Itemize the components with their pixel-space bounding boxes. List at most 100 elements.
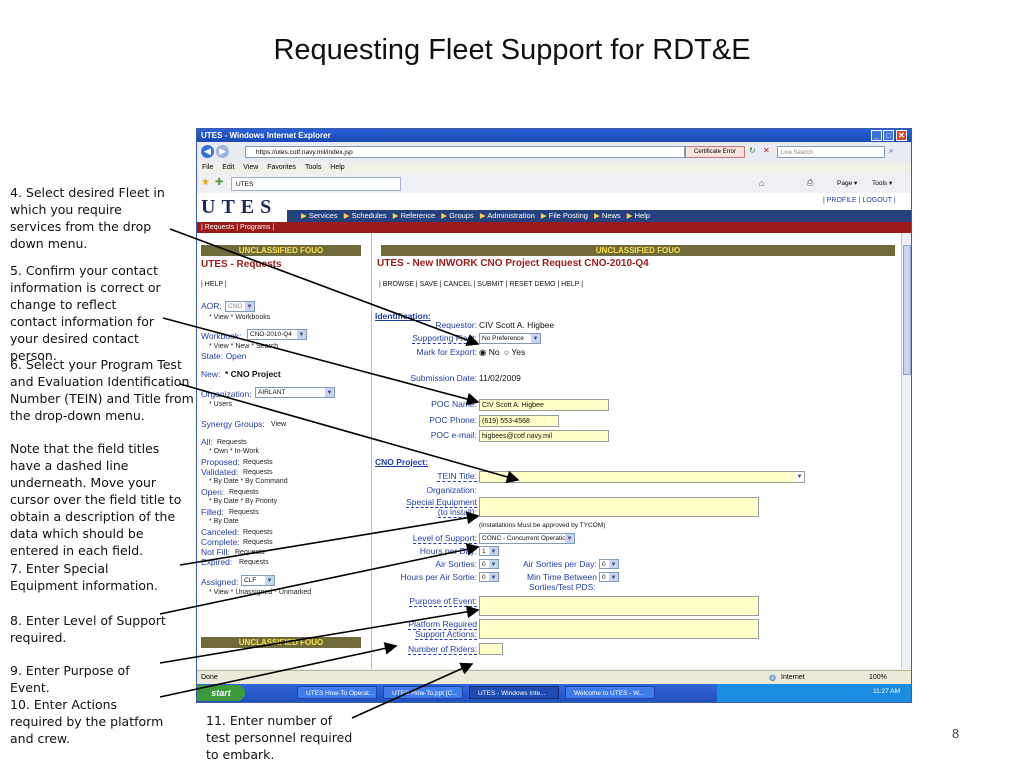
- taskbar-item-3[interactable]: UTES - Windows Inte...: [469, 686, 559, 699]
- nav-reference[interactable]: ▶ Reference: [393, 211, 435, 220]
- hours-per-day-select[interactable]: 1 ▼: [479, 546, 499, 556]
- assigned-select[interactable]: CLF ▼: [241, 575, 275, 586]
- menu-favorites[interactable]: Favorites: [267, 164, 296, 171]
- level-support-label: Level of Support:: [412, 533, 477, 544]
- menu-edit[interactable]: Edit: [222, 164, 234, 171]
- favorites-star-icon[interactable]: ★: [201, 177, 210, 188]
- platform-support-label-2: Support Actions:: [415, 629, 477, 640]
- certificate-error-badge[interactable]: Certificate Error: [685, 146, 745, 158]
- logout-link[interactable]: LOGOUT: [862, 197, 891, 204]
- stop-icon[interactable]: ✕: [763, 146, 770, 155]
- nav-schedules[interactable]: ▶ Schedules: [344, 211, 387, 220]
- organization-select[interactable]: AIRLANT ▼: [255, 387, 335, 398]
- mark-export-label: Mark for Export:: [416, 347, 477, 357]
- maximize-button[interactable]: □: [883, 130, 894, 141]
- nav-file-posting-label: File Posting: [548, 211, 588, 220]
- tab-utes[interactable]: UTES: [231, 177, 401, 191]
- windows-taskbar: start UTES How-To Operat... UTES How-To.…: [197, 684, 911, 702]
- level-support-select[interactable]: CONC - Concurrent Operations ▼: [479, 533, 575, 544]
- forward-button[interactable]: ▶: [216, 145, 229, 158]
- export-yes-radio[interactable]: ○ Yes: [504, 347, 525, 357]
- status-open-sub[interactable]: * By Date * By Priority: [209, 498, 277, 505]
- note-fleet: 4. Select desired Fleet in which you req…: [10, 185, 165, 251]
- tein-title-select[interactable]: ▼: [479, 471, 805, 483]
- poc-phone-field[interactable]: (619) 553-4568: [479, 415, 559, 427]
- menu-help[interactable]: Help: [330, 164, 344, 171]
- status-open-link[interactable]: Requests: [229, 489, 259, 496]
- min-time-select[interactable]: 0 ▼: [599, 572, 619, 582]
- status-all-link[interactable]: Requests: [217, 439, 247, 446]
- status-canceled-link[interactable]: Requests: [243, 529, 273, 536]
- chevron-down-icon: ▼: [531, 334, 540, 343]
- chevron-down-icon: ▼: [265, 576, 274, 585]
- browser-window: UTES - Windows Internet Explorer _ □ ✕ ◀…: [196, 128, 912, 703]
- taskbar-item-4[interactable]: Welcome to UTES - W...: [565, 686, 655, 699]
- menu-view[interactable]: View: [243, 164, 258, 171]
- taskbar-item-1[interactable]: UTES How-To Operat...: [297, 686, 377, 699]
- status-proposed-link[interactable]: Requests: [243, 459, 273, 466]
- menu-file[interactable]: File: [202, 164, 213, 171]
- nav-services[interactable]: ▶ Services: [301, 211, 338, 220]
- sidebar-help-link[interactable]: | HELP |: [201, 281, 227, 288]
- air-sorties-select[interactable]: 0 ▼: [479, 559, 499, 569]
- nav-news[interactable]: ▶ News: [594, 211, 621, 220]
- special-equipment-field[interactable]: [479, 497, 759, 517]
- nav-file-posting[interactable]: ▶ File Posting: [541, 211, 588, 220]
- refresh-icon[interactable]: ↻: [749, 146, 756, 155]
- supporting-fleet-select[interactable]: No Preference ▼: [479, 333, 541, 344]
- hours-per-sortie-select[interactable]: 0 ▼: [479, 572, 499, 582]
- slide-title: Requesting Fleet Support for RDT&E: [273, 34, 751, 66]
- new-cno-project-link[interactable]: * CNO Project: [225, 369, 281, 379]
- status-filled-sub[interactable]: * By Date: [209, 518, 239, 525]
- sub-nav-links[interactable]: | Requests | Programs |: [201, 224, 274, 231]
- status-complete-link[interactable]: Requests: [243, 539, 273, 546]
- platform-support-field[interactable]: [479, 619, 759, 639]
- start-button[interactable]: start: [197, 685, 245, 701]
- users-link[interactable]: * Users: [209, 401, 232, 408]
- search-input[interactable]: Live Search: [777, 146, 885, 158]
- add-favorite-icon[interactable]: ✚: [215, 177, 223, 188]
- form-actions[interactable]: | BROWSE | SAVE | CANCEL | SUBMIT | RESE…: [379, 281, 583, 288]
- status-validated-link[interactable]: Requests: [243, 469, 273, 476]
- utes-logo: UTES: [201, 196, 278, 218]
- minimize-button[interactable]: _: [871, 130, 882, 141]
- page-menu[interactable]: Page ▾: [837, 179, 857, 187]
- aor-select[interactable]: CNO ▼: [225, 301, 255, 312]
- tools-menu[interactable]: Tools ▾: [872, 179, 892, 187]
- nav-help[interactable]: ▶ Help: [627, 211, 650, 220]
- poc-name-field[interactable]: CIV Scott A. Higbee: [479, 399, 609, 411]
- close-button[interactable]: ✕: [896, 130, 907, 141]
- workbook-select[interactable]: CNO-2010-Q4 ▼: [247, 329, 307, 340]
- status-validated-sub[interactable]: * By Date * By Command: [209, 478, 288, 485]
- url-field[interactable]: https://utes.cotf.navy.mil/index.jsp: [245, 146, 685, 158]
- taskbar-item-2[interactable]: UTES How-To.ppt [C...: [383, 686, 463, 699]
- riders-field[interactable]: [479, 643, 503, 655]
- print-icon[interactable]: ⎙: [807, 178, 813, 188]
- export-no-radio[interactable]: ◉ No: [479, 347, 500, 358]
- air-sorties-day-select[interactable]: 0 ▼: [599, 559, 619, 569]
- menu-tools[interactable]: Tools: [305, 164, 321, 171]
- synergy-view-link[interactable]: View: [271, 421, 286, 428]
- scrollbar-thumb[interactable]: [903, 245, 911, 375]
- workbook-links[interactable]: * View * New * Search: [209, 343, 278, 350]
- install-note: (Installations Must be approved by TYCOM…: [479, 522, 606, 529]
- purpose-field[interactable]: [479, 596, 759, 616]
- search-icon[interactable]: ⌕: [889, 146, 893, 156]
- air-sorties-day-label: Air Sorties per Day:: [523, 559, 597, 569]
- status-not-fill-link[interactable]: Requests: [235, 549, 265, 556]
- page-scrollbar[interactable]: [901, 233, 911, 669]
- note-riders: 11. Enter number of test personnel requi…: [206, 713, 353, 762]
- nav-groups[interactable]: ▶ Groups: [441, 211, 473, 220]
- assigned-links[interactable]: * View * Unassigned * Unmarked: [209, 589, 311, 596]
- poc-email-field[interactable]: higbees@cotf.navy.mil: [479, 430, 609, 442]
- profile-link[interactable]: PROFILE: [827, 197, 857, 204]
- chevron-down-icon: ▼: [325, 388, 334, 397]
- back-button[interactable]: ◀: [201, 145, 214, 158]
- status-filled-link[interactable]: Requests: [229, 509, 259, 516]
- zoom-level[interactable]: 100%: [869, 671, 887, 685]
- status-all-sub[interactable]: * Own * In-Work: [209, 448, 259, 455]
- status-expired-link[interactable]: Requests: [239, 559, 269, 566]
- home-icon[interactable]: ⌂: [759, 178, 764, 188]
- nav-administration[interactable]: ▶ Administration: [480, 211, 535, 220]
- aor-links[interactable]: * View * Workbooks: [209, 314, 270, 321]
